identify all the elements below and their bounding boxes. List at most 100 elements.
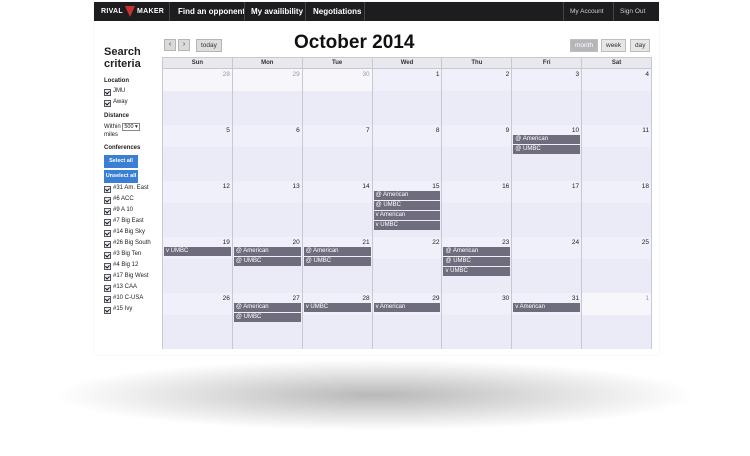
calendar-event[interactable]: @ American bbox=[303, 247, 371, 256]
conference-option[interactable]: #6 ACC bbox=[104, 196, 152, 204]
calendar-event[interactable]: v UMBC bbox=[373, 221, 441, 230]
location-option[interactable]: Away bbox=[104, 99, 152, 107]
conference-label: #31 Am. East bbox=[113, 185, 149, 191]
day-cell[interactable]: 4 bbox=[582, 69, 653, 125]
calendar-event[interactable]: @ UMBC bbox=[303, 257, 371, 266]
conference-option[interactable]: #13 CAA bbox=[104, 284, 152, 292]
nav-negotiations[interactable]: Negotiations bbox=[313, 2, 361, 21]
day-cell[interactable]: 25 bbox=[582, 237, 653, 293]
calendar-event[interactable]: v UMBC bbox=[164, 247, 231, 256]
day-cell[interactable]: 30 bbox=[302, 69, 373, 125]
conference-option[interactable]: #17 Big West bbox=[104, 273, 152, 281]
calendar-event[interactable]: @ UMBC bbox=[513, 145, 581, 154]
day-cell[interactable]: 16 bbox=[442, 181, 513, 237]
checkbox-checked[interactable] bbox=[104, 197, 111, 204]
day-cell[interactable]: 28 v UMBC bbox=[302, 293, 373, 349]
calendar-event[interactable]: @ UMBC bbox=[233, 313, 301, 322]
day-cell[interactable]: 15 @ American @ UMBC v American v UMBC bbox=[372, 181, 443, 237]
calendar-event[interactable]: v American bbox=[513, 303, 581, 312]
day-cell[interactable]: 18 bbox=[582, 181, 653, 237]
day-cell[interactable]: 29 bbox=[232, 69, 303, 125]
day-view-button[interactable]: day bbox=[630, 39, 651, 52]
day-cell[interactable]: 5 bbox=[163, 125, 233, 181]
day-cell[interactable]: 22 bbox=[372, 237, 443, 293]
checkbox-checked[interactable] bbox=[104, 296, 111, 303]
conference-option[interactable]: #26 Big South bbox=[104, 240, 152, 248]
week-view-button[interactable]: week bbox=[601, 39, 627, 52]
conference-option[interactable]: #9 A 10 bbox=[104, 207, 152, 215]
checkbox-checked[interactable] bbox=[104, 285, 111, 292]
next-month-button[interactable]: › bbox=[178, 39, 190, 51]
distance-select[interactable]: 500 ▾ bbox=[122, 123, 140, 131]
checkbox-checked[interactable] bbox=[104, 241, 111, 248]
calendar-event[interactable]: v American bbox=[373, 303, 441, 312]
checkbox-checked[interactable] bbox=[104, 219, 111, 226]
checkbox-checked[interactable] bbox=[104, 89, 111, 96]
day-cell[interactable]: 30 bbox=[442, 293, 513, 349]
calendar-event[interactable]: v UMBC bbox=[303, 303, 371, 312]
day-cell[interactable]: 29 v American bbox=[372, 293, 443, 349]
month-view-button[interactable]: month bbox=[570, 39, 599, 52]
conference-option[interactable]: #31 Am. East bbox=[104, 185, 152, 193]
calendar-event[interactable]: @ American bbox=[373, 191, 441, 200]
select-all-button[interactable]: Select all bbox=[104, 155, 138, 168]
day-cell[interactable]: 23 @ American @ UMBC v UMBC bbox=[442, 237, 513, 293]
calendar-event[interactable]: @ UMBC bbox=[373, 201, 441, 210]
today-button[interactable]: today bbox=[196, 39, 222, 52]
day-cell[interactable]: 21 @ American @ UMBC bbox=[302, 237, 373, 293]
checkbox-checked[interactable] bbox=[104, 307, 111, 314]
checkbox-checked[interactable] bbox=[104, 274, 111, 281]
calendar-event[interactable]: @ American bbox=[443, 247, 511, 256]
calendar-event[interactable]: @ American bbox=[233, 303, 301, 312]
day-cell[interactable]: 31 v American bbox=[512, 293, 583, 349]
location-option[interactable]: JMU bbox=[104, 88, 152, 96]
shield-icon bbox=[124, 6, 135, 17]
checkbox-checked[interactable] bbox=[104, 186, 111, 193]
calendar-event[interactable]: @ American bbox=[233, 247, 301, 256]
weekday-label: Fri bbox=[512, 58, 583, 68]
conference-option[interactable]: #14 Big Sky bbox=[104, 229, 152, 237]
nav-sign-out[interactable]: Sign Out bbox=[620, 2, 645, 21]
day-cell[interactable]: 9 bbox=[442, 125, 513, 181]
calendar-event[interactable]: @ UMBC bbox=[233, 257, 301, 266]
calendar-event[interactable]: @ UMBC bbox=[443, 257, 511, 266]
day-cell[interactable]: 6 bbox=[232, 125, 303, 181]
checkbox-checked[interactable] bbox=[104, 252, 111, 259]
unselect-all-button[interactable]: Unselect all bbox=[104, 170, 138, 183]
day-cell[interactable]: 14 bbox=[302, 181, 373, 237]
checkbox-checked[interactable] bbox=[104, 100, 111, 107]
day-cell[interactable]: 26 bbox=[163, 293, 233, 349]
day-cell[interactable]: 1 bbox=[372, 69, 443, 125]
day-cell[interactable]: 17 bbox=[512, 181, 583, 237]
calendar-event[interactable]: @ American bbox=[513, 135, 581, 144]
nav-my-account[interactable]: My Account bbox=[570, 2, 604, 21]
conference-option[interactable]: #10 C-USA bbox=[104, 295, 152, 303]
nav-find-opponent[interactable]: Find an opponent bbox=[178, 2, 245, 21]
prev-month-button[interactable]: ‹ bbox=[164, 39, 176, 51]
nav-my-availability[interactable]: My availibility bbox=[251, 2, 303, 21]
checkbox-checked[interactable] bbox=[104, 230, 111, 237]
day-cell[interactable]: 12 bbox=[163, 181, 233, 237]
conference-option[interactable]: #4 Big 12 bbox=[104, 262, 152, 270]
day-cell[interactable]: 2 bbox=[442, 69, 513, 125]
checkbox-checked[interactable] bbox=[104, 263, 111, 270]
day-cell[interactable]: 28 bbox=[163, 69, 233, 125]
day-cell[interactable]: 27 @ American @ UMBC bbox=[232, 293, 303, 349]
conference-option[interactable]: #3 Big Ten bbox=[104, 251, 152, 259]
day-cell[interactable]: 20 @ American @ UMBC bbox=[232, 237, 303, 293]
calendar-event[interactable]: v UMBC bbox=[443, 267, 511, 276]
checkbox-checked[interactable] bbox=[104, 208, 111, 215]
day-cell[interactable]: 10 @ American @ UMBC bbox=[512, 125, 583, 181]
day-cell[interactable]: 19 v UMBC bbox=[163, 237, 233, 293]
day-cell[interactable]: 8 bbox=[372, 125, 443, 181]
day-cell[interactable]: 11 bbox=[582, 125, 653, 181]
conference-option[interactable]: #7 Big East bbox=[104, 218, 152, 226]
day-cell[interactable]: 7 bbox=[302, 125, 373, 181]
conference-option[interactable]: #15 Ivy bbox=[104, 306, 152, 314]
day-cell[interactable]: 3 bbox=[512, 69, 583, 125]
day-cell[interactable]: 24 bbox=[512, 237, 583, 293]
calendar-event[interactable]: v American bbox=[373, 211, 441, 220]
day-cell[interactable]: 1 bbox=[582, 293, 653, 349]
day-cell[interactable]: 13 bbox=[232, 181, 303, 237]
logo[interactable]: RIVAL MAKER bbox=[101, 4, 164, 19]
